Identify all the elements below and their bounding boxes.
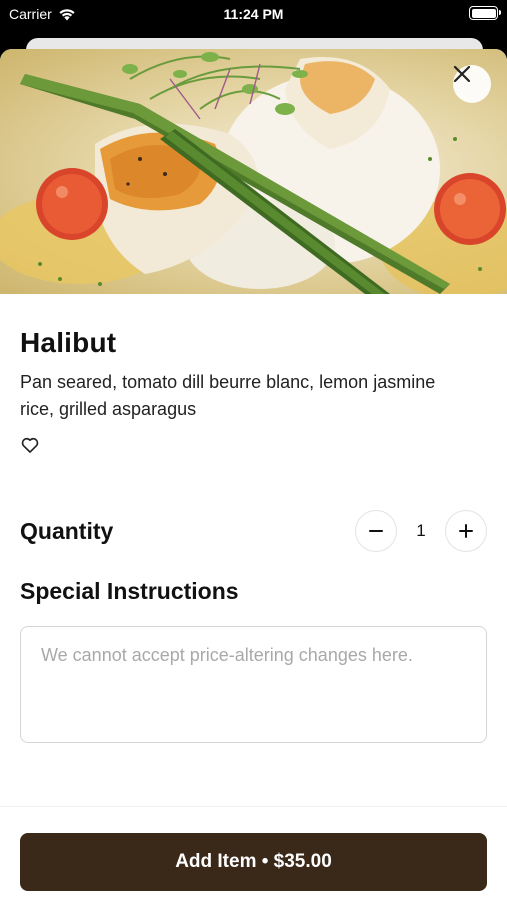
status-time: 11:24 PM	[223, 6, 284, 22]
quantity-label: Quantity	[20, 517, 114, 544]
decrement-button[interactable]	[355, 510, 397, 552]
dish-illustration	[0, 52, 507, 294]
quantity-stepper: 1	[355, 510, 487, 552]
add-item-button[interactable]: Add Item • $35.00	[20, 833, 487, 891]
item-image	[0, 49, 507, 294]
special-instructions-input[interactable]	[20, 626, 487, 743]
minus-icon	[369, 530, 383, 532]
heart-icon[interactable]	[20, 435, 40, 455]
quantity-row: Quantity 1	[20, 509, 487, 553]
battery-icon	[469, 6, 501, 20]
footer: Add Item • $35.00	[0, 806, 507, 900]
close-icon	[453, 65, 471, 83]
item-title: Halibut	[20, 327, 117, 358]
item-description: Pan seared, tomato dill beurre blanc, le…	[20, 372, 436, 419]
item-detail-sheet: Halibut Pan seared, tomato dill beurre b…	[0, 49, 507, 900]
close-button[interactable]	[453, 65, 491, 103]
status-bar: Carrier 11:24 PM	[0, 0, 507, 30]
quantity-value: 1	[416, 521, 426, 540]
item-info: Halibut Pan seared, tomato dill beurre b…	[0, 327, 507, 455]
increment-button[interactable]	[445, 510, 487, 552]
plus-icon	[459, 524, 473, 538]
special-instructions-label: Special Instructions	[20, 578, 239, 604]
